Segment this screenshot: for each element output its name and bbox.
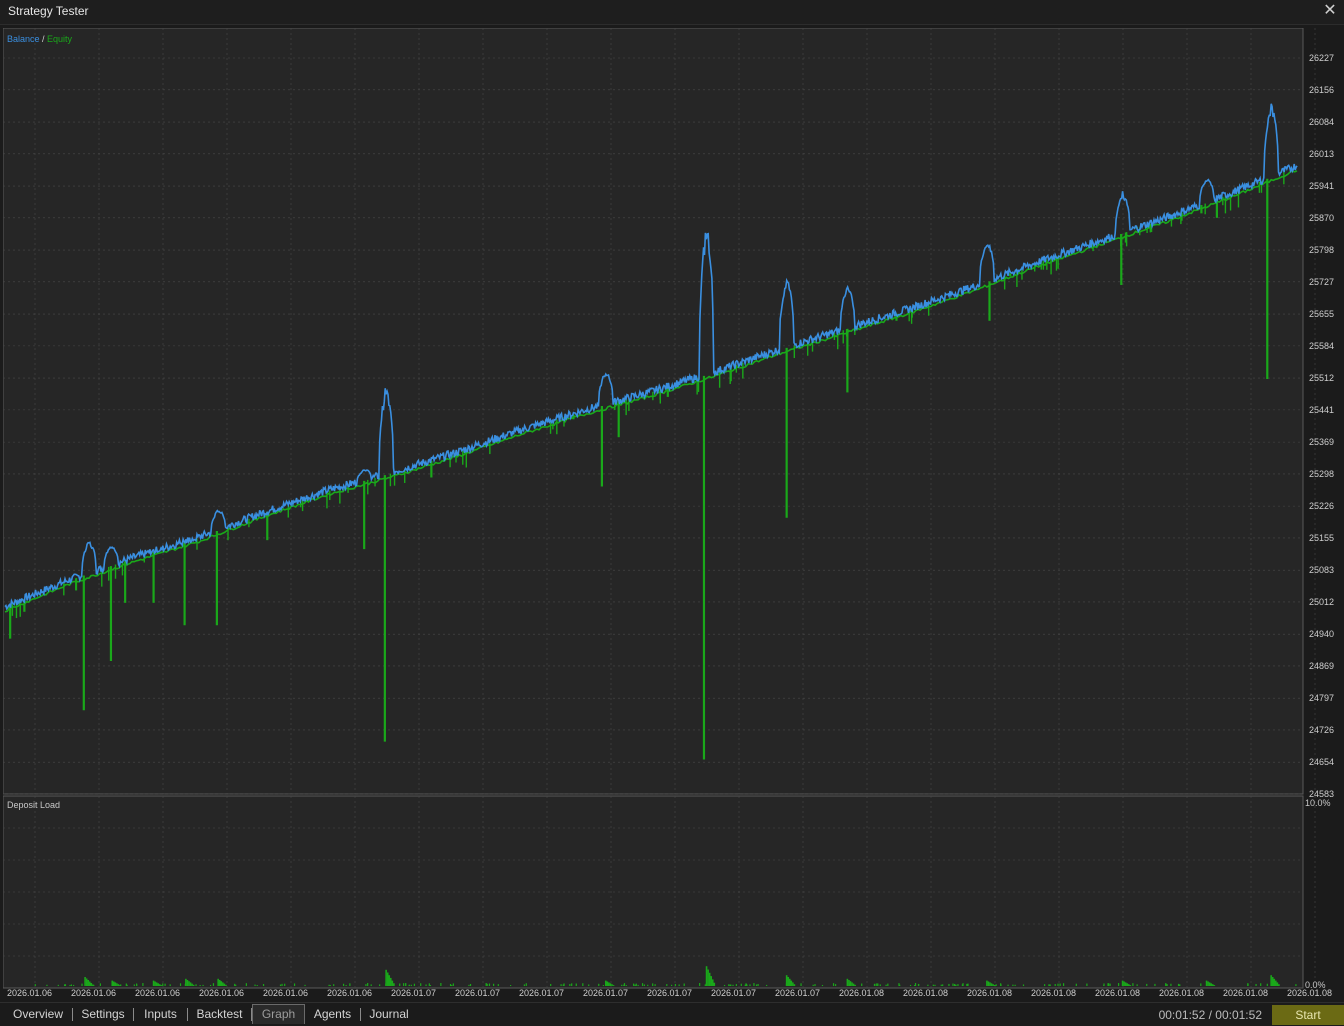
x-tick-label: 2026.01.06 bbox=[199, 988, 244, 998]
balance-equity-chart: 26227 26156 26084 26013 25941 25870 25798 25727… bbox=[2, 27, 1334, 998]
y-tick-label: 25298 bbox=[1309, 469, 1334, 479]
x-tick-label: 2026.01.08 bbox=[839, 988, 884, 998]
title-bar: Strategy Tester ✕ bbox=[0, 0, 1344, 25]
main-plot-frame bbox=[2, 27, 1304, 795]
tab-inputs[interactable]: Inputs bbox=[134, 1005, 188, 1023]
y-tick-label: 26156 bbox=[1309, 85, 1334, 95]
tab-graph[interactable]: Graph bbox=[252, 1004, 305, 1024]
x-tick-label: 2026.01.07 bbox=[583, 988, 628, 998]
x-tick-label: 2026.01.08 bbox=[967, 988, 1012, 998]
y-tick-label: 25727 bbox=[1309, 277, 1334, 287]
y-tick-label: 24654 bbox=[1309, 757, 1334, 767]
x-tick-label: 2026.01.08 bbox=[1031, 988, 1076, 998]
close-icon[interactable]: ✕ bbox=[1320, 1, 1340, 21]
legend-equity: Equity bbox=[47, 34, 73, 44]
legend-balance: Balance bbox=[7, 34, 40, 44]
tab-bar: Overview Settings Inputs Backtest Graph … bbox=[0, 1002, 1344, 1026]
window-title: Strategy Tester bbox=[8, 4, 89, 18]
x-tick-label: 2026.01.06 bbox=[263, 988, 308, 998]
tab-journal[interactable]: Journal bbox=[361, 1005, 417, 1023]
y-tick-label: 24797 bbox=[1309, 693, 1334, 703]
chart-area: 26227 26156 26084 26013 25941 25870 25798 25727… bbox=[2, 27, 1340, 1000]
y-axis-ticks: 26227 26156 26084 26013 25941 25870 25798 25727… bbox=[1309, 53, 1334, 799]
x-axis-labels: 2026.01.06 2026.01.06 2026.01.06 2026.01.06… bbox=[7, 988, 1332, 998]
y-tick-label: 24726 bbox=[1309, 725, 1334, 735]
legend-separator: / bbox=[40, 34, 48, 44]
y-tick-label: 25155 bbox=[1309, 533, 1334, 543]
y-tick-label: 24940 bbox=[1309, 629, 1334, 639]
y-tick-label: 25441 bbox=[1309, 405, 1334, 415]
tab-overview[interactable]: Overview bbox=[4, 1005, 73, 1023]
tab-backtest[interactable]: Backtest bbox=[188, 1005, 252, 1023]
y-tick-label: 26013 bbox=[1309, 149, 1334, 159]
x-tick-label: 2026.01.07 bbox=[775, 988, 820, 998]
x-tick-label: 2026.01.06 bbox=[135, 988, 180, 998]
tab-agents[interactable]: Agents bbox=[305, 1005, 361, 1023]
x-tick-label: 2026.01.08 bbox=[1095, 988, 1140, 998]
y-tick-label: 24869 bbox=[1309, 661, 1334, 671]
tab-settings[interactable]: Settings bbox=[73, 1005, 134, 1023]
y-tick-label: 26084 bbox=[1309, 117, 1334, 127]
y-tick-label: 25584 bbox=[1309, 341, 1334, 351]
y-tick-label: 25369 bbox=[1309, 437, 1334, 447]
x-tick-label: 2026.01.06 bbox=[327, 988, 372, 998]
y-tick-label: 25798 bbox=[1309, 245, 1334, 255]
start-button[interactable]: Start bbox=[1272, 1005, 1344, 1025]
chart-legend: Balance / Equity bbox=[7, 34, 73, 44]
y-tick-label: 25655 bbox=[1309, 309, 1334, 319]
elapsed-timer: 00:01:52 / 00:01:52 bbox=[1158, 1008, 1262, 1022]
x-tick-label: 2026.01.07 bbox=[519, 988, 564, 998]
y-tick-label: 26227 bbox=[1309, 53, 1334, 63]
deposit-load-title: Deposit Load bbox=[7, 800, 60, 810]
x-tick-label: 2026.01.06 bbox=[71, 988, 116, 998]
x-tick-label: 2026.01.07 bbox=[711, 988, 756, 998]
x-tick-label: 2026.01.08 bbox=[903, 988, 948, 998]
x-tick-label: 2026.01.07 bbox=[455, 988, 500, 998]
y-tick-label: 25512 bbox=[1309, 373, 1334, 383]
x-tick-label: 2026.01.07 bbox=[391, 988, 436, 998]
y-tick-label: 25870 bbox=[1309, 213, 1334, 223]
x-tick-label: 2026.01.08 bbox=[1223, 988, 1268, 998]
deposit-load-max-label: 10.0% bbox=[1305, 798, 1331, 808]
y-tick-label: 25226 bbox=[1309, 501, 1334, 511]
y-tick-label: 25083 bbox=[1309, 565, 1334, 575]
y-tick-label: 25012 bbox=[1309, 597, 1334, 607]
x-tick-label: 2026.01.08 bbox=[1287, 988, 1332, 998]
y-tick-label: 25941 bbox=[1309, 181, 1334, 191]
x-tick-label: 2026.01.07 bbox=[647, 988, 692, 998]
x-tick-label: 2026.01.06 bbox=[7, 988, 52, 998]
x-tick-label: 2026.01.08 bbox=[1159, 988, 1204, 998]
